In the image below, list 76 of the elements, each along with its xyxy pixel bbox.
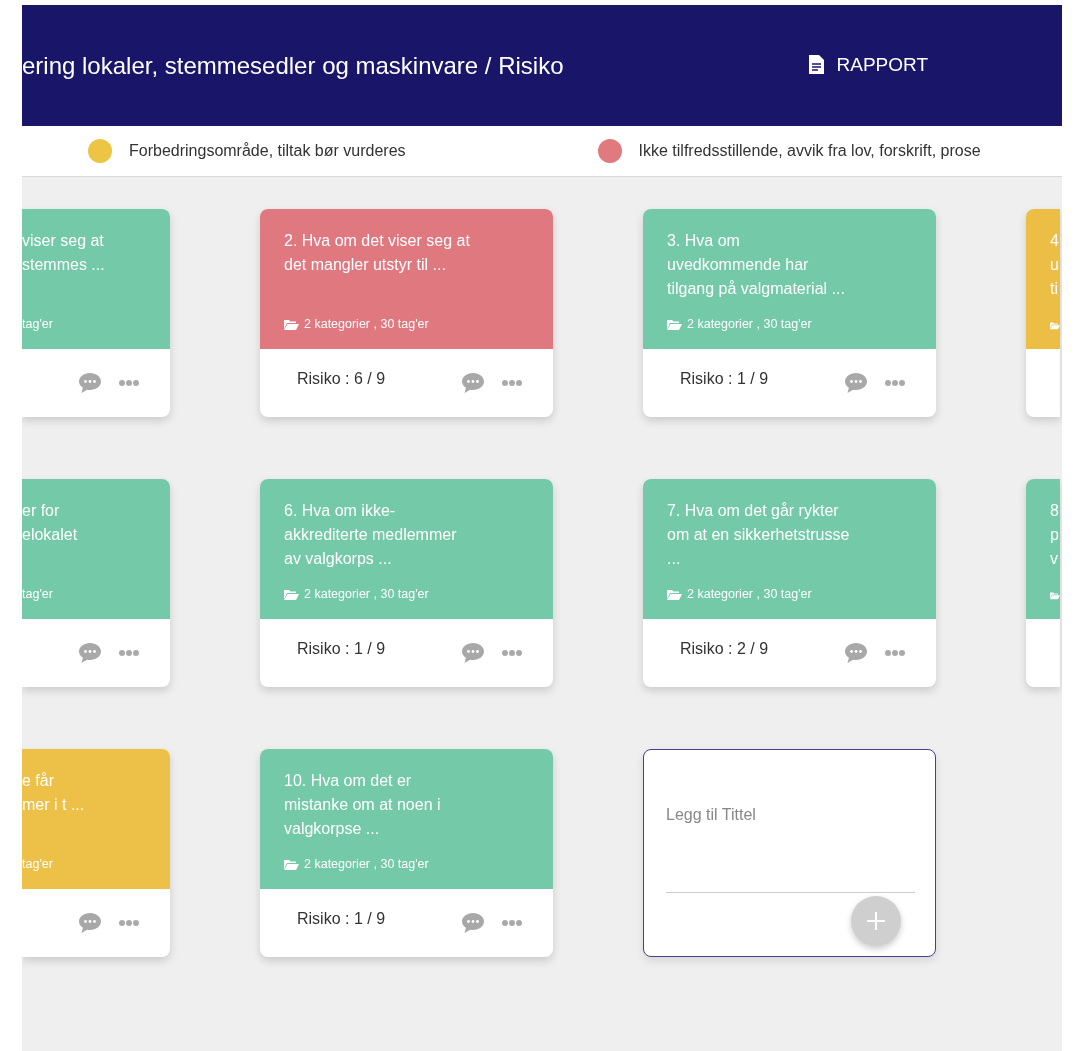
- card-title: e får mer i t ...: [22, 771, 86, 815]
- comment-button[interactable]: [78, 912, 102, 934]
- comment-icon: [461, 912, 485, 934]
- tag-count: 2 kategorier , 30 tag'er: [304, 857, 429, 871]
- folder-icon: [667, 588, 682, 600]
- more-button[interactable]: [118, 649, 140, 657]
- comment-button[interactable]: [461, 372, 485, 394]
- more-icon: [884, 379, 906, 387]
- tag-count: tag'er: [22, 317, 53, 331]
- more-icon: [501, 649, 523, 657]
- risk-card[interactable]: 3. Hva om uvedkommende har tilgang på valgmaterial ... 2 kategorier , 30 tag'er Risiko : 1 / 9: [643, 209, 936, 417]
- risk-score: Risiko : 6 / 9: [297, 370, 386, 388]
- comment-button[interactable]: [78, 372, 102, 394]
- comment-button[interactable]: [844, 642, 868, 664]
- more-icon: [118, 649, 140, 657]
- legend-label: Forbedringsområde, tiltak bør vurderes: [129, 142, 406, 160]
- comment-icon: [461, 642, 485, 664]
- more-icon: [118, 379, 140, 387]
- more-icon: [884, 649, 906, 657]
- tag-count: 2 kategorier , 30 tag'er: [687, 587, 812, 601]
- more-button[interactable]: [118, 919, 140, 927]
- more-button[interactable]: [884, 379, 906, 387]
- card-title: 4 u ti: [1050, 231, 1060, 299]
- folder-icon: [1050, 320, 1060, 331]
- more-button[interactable]: [501, 379, 523, 387]
- legend-label: Ikke tilfredsstillende, avvik fra lov, forskrift, prose: [638, 142, 981, 160]
- page-title: ering lokaler, stemmesedler og maskinvare / Risiko: [22, 51, 564, 80]
- comment-button[interactable]: [844, 372, 868, 394]
- risk-score: Risiko : 1 / 9: [297, 910, 386, 928]
- risk-card[interactable]: 7. Hva om det går rykter om at en sikkerhetstrusse ... 2 kategorier , 30 tag'er Risiko : 2 / 9: [643, 479, 936, 687]
- card-title: 10. Hva om det er mistanke om at noen i valgkorpse ...: [284, 771, 442, 839]
- comment-icon: [844, 372, 868, 394]
- add-button[interactable]: [851, 896, 901, 946]
- more-button[interactable]: [884, 649, 906, 657]
- risk-score: Risiko : 1 / 9: [680, 370, 769, 388]
- folder-icon: [284, 588, 299, 600]
- card-title: 7. Hva om det går rykter om at en sikkerhetstrusse ...: [667, 501, 851, 569]
- card-title: 6. Hva om ikke- akkrediterte medlemmer av valgkorps ...: [284, 501, 458, 569]
- tag-count: 2 kategorier , 30 tag'er: [687, 317, 812, 331]
- tag-count: tag'er: [22, 857, 53, 871]
- card-title: 8 p v: [1050, 501, 1060, 569]
- risk-card[interactable]: 10. Hva om det er mistanke om at noen i valgkorpse ... 2 kategorier , 30 tag'er Risiko : 1 / 9: [260, 749, 553, 957]
- plus-icon: [866, 911, 886, 931]
- tag-count: 2 kategorier , 30 tag'er: [304, 587, 429, 601]
- more-icon: [118, 919, 140, 927]
- risk-card[interactable]: 2. Hva om det viser seg at det mangler utstyr til ... 2 kategorier , 30 tag'er Risiko : 6 / 9: [260, 209, 553, 417]
- folder-icon: [284, 318, 299, 330]
- new-card-form[interactable]: Legg til Tittel: [643, 749, 936, 957]
- more-button[interactable]: [118, 379, 140, 387]
- risk-score: Risiko : 1 / 9: [297, 640, 386, 658]
- title-input-field[interactable]: Legg til Tittel: [666, 806, 915, 893]
- more-icon: [501, 919, 523, 927]
- more-button[interactable]: [501, 919, 523, 927]
- more-icon: [501, 379, 523, 387]
- comment-icon: [844, 642, 868, 664]
- comment-button[interactable]: [461, 642, 485, 664]
- risk-card[interactable]: 6. Hva om ikke- akkrediterte medlemmer av valgkorps ... 2 kategorier , 30 tag'er Risiko : 1 / 9: [260, 479, 553, 687]
- card-title: viser seg at stemmes ...: [22, 231, 106, 275]
- document-icon: [809, 55, 825, 74]
- tag-count: tag'er: [22, 587, 53, 601]
- folder-icon: [284, 858, 299, 870]
- comment-button[interactable]: [78, 642, 102, 664]
- more-button[interactable]: [501, 649, 523, 657]
- card-title: er for elokalet: [22, 501, 79, 545]
- card-title: 2. Hva om det viser seg at det mangler utstyr til ...: [284, 231, 471, 275]
- risk-score: Risiko : 2 / 9: [680, 640, 769, 658]
- comment-icon: [461, 372, 485, 394]
- comment-icon: [78, 642, 102, 664]
- comment-icon: [78, 912, 102, 934]
- comment-icon: [78, 372, 102, 394]
- comment-button[interactable]: [461, 912, 485, 934]
- card-title: 3. Hva om uvedkommende har tilgang på valgmaterial ...: [667, 231, 846, 299]
- folder-icon: [667, 318, 682, 330]
- tag-count: 2 kategorier , 30 tag'er: [304, 317, 429, 331]
- report-button[interactable]: RAPPORT: [809, 49, 928, 80]
- folder-icon: [1050, 590, 1060, 601]
